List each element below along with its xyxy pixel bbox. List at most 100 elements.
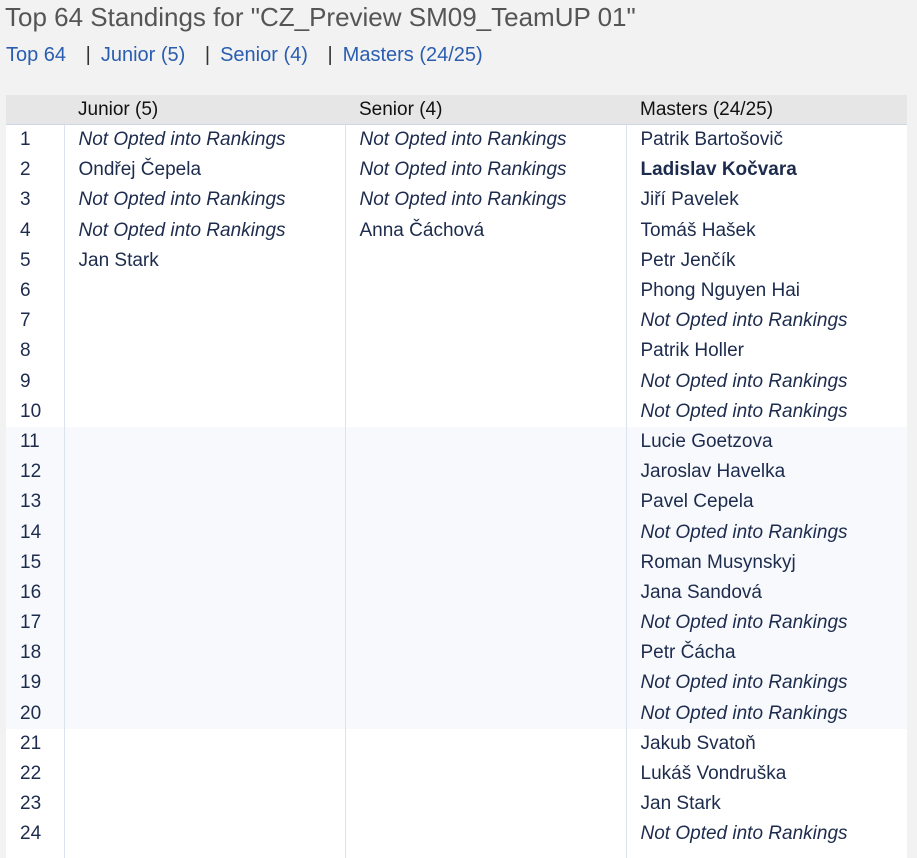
masters-player-cell: Petr Čácha — [626, 638, 907, 669]
senior-player-cell — [345, 577, 627, 608]
junior-player-cell — [64, 638, 346, 669]
table-row: 6 Phong Nguyen Hai — [6, 275, 907, 307]
masters-player-cell: Jiří Pavelek — [626, 185, 907, 216]
table-row: 4 Not Opted into Rankings Anna Čáchová Tomá… — [6, 215, 907, 246]
rank-cell: 3 — [6, 185, 65, 216]
table-row: 16 Jana Sandová — [6, 577, 907, 608]
division-nav: Top 64 | Junior (5) | Senior (4) | Masters … — [6, 42, 483, 68]
rank-cell: 10 — [6, 396, 65, 427]
table-row: 19 Not Opted into Rankings — [6, 668, 907, 699]
rank-cell: 19 — [6, 668, 65, 699]
junior-player-cell — [64, 275, 346, 307]
nav-link-masters[interactable]: Masters (24/25) — [343, 44, 483, 66]
masters-player-cell: Not Opted into Rankings — [626, 698, 907, 729]
rank-cell: 23 — [6, 789, 65, 820]
junior-player-cell — [64, 698, 346, 729]
junior-player-cell — [64, 728, 346, 759]
table-row: 9 Not Opted into Rankings — [6, 366, 907, 397]
junior-player-cell — [64, 789, 346, 820]
senior-player-cell — [345, 608, 627, 639]
table-row: 12 Jaroslav Havelka — [6, 457, 907, 488]
nav-link-senior[interactable]: Senior (4) — [220, 44, 308, 66]
senior-player-cell — [345, 517, 627, 548]
header-masters: Masters (24/25) — [626, 95, 907, 125]
nav-link-top64[interactable]: Top 64 — [6, 44, 66, 66]
masters-player-cell: Jan Stark — [626, 789, 907, 820]
masters-player-cell: Not Opted into Rankings — [626, 608, 907, 639]
senior-player-cell — [345, 426, 627, 458]
header-junior: Junior (5) — [64, 95, 345, 125]
table-header-row: Junior (5) Senior (4) Masters (24/25) — [6, 95, 907, 125]
senior-player-cell — [345, 396, 627, 427]
junior-player-cell: Not Opted into Rankings — [64, 215, 346, 246]
masters-player-cell: Patrik Holler — [626, 336, 907, 367]
table-row: 3 Not Opted into Rankings Not Opted into R… — [6, 185, 907, 216]
rank-cell: 1 — [6, 124, 65, 156]
senior-player-cell — [345, 698, 627, 729]
rank-cell — [6, 849, 65, 858]
table-row: 17 Not Opted into Rankings — [6, 608, 907, 639]
table-row: 13 Pavel Cepela — [6, 487, 907, 518]
rank-cell: 13 — [6, 487, 65, 518]
junior-player-cell: Not Opted into Rankings — [64, 124, 346, 156]
table-row: 22 Lukáš Vondruška — [6, 758, 907, 790]
junior-player-cell — [64, 608, 346, 639]
senior-player-cell: Anna Čáchová — [345, 215, 627, 246]
masters-player-cell: Phong Nguyen Hai — [626, 275, 907, 307]
masters-player-cell: Tomáš Hašek — [626, 215, 907, 246]
senior-player-cell — [345, 758, 627, 790]
junior-player-cell: Not Opted into Rankings — [64, 185, 346, 216]
standings-table: Junior (5) Senior (4) Masters (24/25) 1N… — [6, 95, 907, 858]
senior-player-cell — [345, 819, 627, 850]
junior-player-cell — [64, 366, 346, 397]
rank-cell: 15 — [6, 547, 65, 578]
junior-player-cell — [64, 426, 346, 458]
header-rank — [6, 95, 64, 125]
table-row: 7 Not Opted into Rankings — [6, 306, 907, 337]
rank-cell: 5 — [6, 245, 65, 276]
masters-player-cell: Jaroslav Havelka — [626, 457, 907, 488]
table-row: 8 Patrik Holler — [6, 336, 907, 367]
senior-player-cell — [345, 789, 627, 820]
rank-cell: 20 — [6, 698, 65, 729]
masters-player-cell: Lukáš Vondruška — [626, 758, 907, 790]
table-row: 10 Not Opted into Rankings — [6, 396, 907, 427]
senior-player-cell — [345, 487, 627, 518]
rank-cell: 6 — [6, 275, 65, 307]
table-row: 5 Jan Stark Petr Jenčík — [6, 245, 907, 276]
rank-cell: 12 — [6, 457, 65, 488]
table-row: 20 Not Opted into Rankings — [6, 698, 907, 729]
table-row: 23 Jan Stark — [6, 789, 907, 820]
junior-player-cell — [64, 336, 346, 367]
rank-cell: 16 — [6, 577, 65, 608]
masters-player-cell: Pavel Cepela — [626, 487, 907, 518]
table-row — [6, 849, 907, 858]
rank-cell: 24 — [6, 819, 65, 850]
rank-cell: 8 — [6, 336, 65, 367]
junior-player-cell — [64, 517, 346, 548]
masters-player-cell: Ladislav Kočvara — [626, 155, 907, 186]
rank-cell: 14 — [6, 517, 65, 548]
rank-cell: 4 — [6, 215, 65, 246]
masters-player-cell: Petr Jenčík — [626, 245, 907, 276]
nav-separator: | — [85, 44, 91, 66]
rank-cell: 11 — [6, 426, 65, 458]
senior-player-cell — [345, 457, 627, 488]
standings-table-container: Junior (5) Senior (4) Masters (24/25) 1N… — [6, 95, 907, 858]
masters-player-cell: Not Opted into Rankings — [626, 819, 907, 850]
masters-player-cell: Not Opted into Rankings — [626, 396, 907, 427]
masters-player-cell: Lucie Goetzova — [626, 426, 907, 458]
senior-player-cell — [345, 306, 627, 337]
senior-player-cell — [345, 366, 627, 397]
nav-link-junior[interactable]: Junior (5) — [101, 44, 185, 66]
senior-player-cell — [345, 728, 627, 759]
junior-player-cell — [64, 668, 346, 699]
senior-player-cell — [345, 668, 627, 699]
senior-player-cell: Not Opted into Rankings — [345, 185, 627, 216]
table-row: 24 Not Opted into Rankings — [6, 819, 907, 850]
table-row: 21 Jakub Svatoň — [6, 728, 907, 759]
rank-cell: 17 — [6, 608, 65, 639]
masters-player-cell: Not Opted into Rankings — [626, 366, 907, 397]
rank-cell: 21 — [6, 728, 65, 759]
nav-separator: | — [327, 44, 333, 66]
